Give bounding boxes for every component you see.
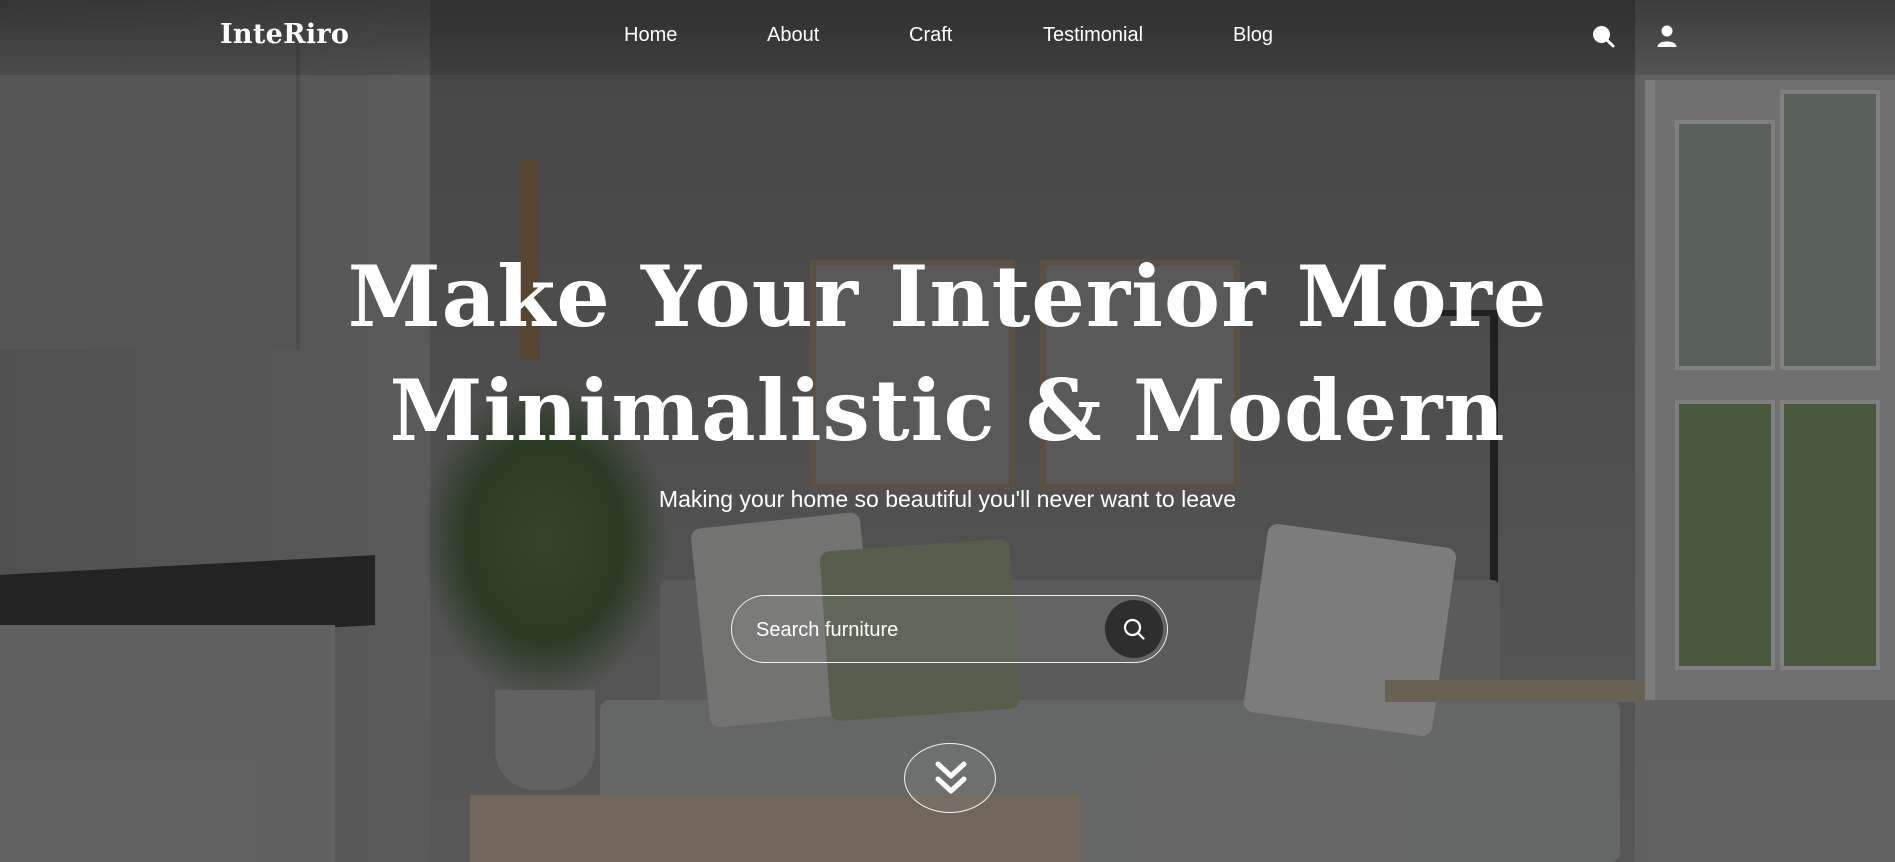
nav-item-about[interactable]: About	[767, 24, 819, 47]
double-chevron-down-icon	[935, 761, 967, 794]
nav-item-blog[interactable]: Blog	[1233, 24, 1273, 47]
nav-item-home[interactable]: Home	[624, 24, 677, 47]
nav-item-testimonial[interactable]: Testimonial	[1043, 24, 1143, 47]
hero-headline: Make Your Interior More Minimalistic & M…	[0, 240, 1895, 468]
hero-headline-line-1: Make Your Interior More	[347, 247, 1548, 346]
hero-subheadline: Making your home so beautiful you'll nev…	[658, 486, 1237, 512]
search-submit-button[interactable]	[1105, 600, 1163, 658]
user-icon[interactable]	[1655, 24, 1679, 48]
nav-item-craft[interactable]: Craft	[909, 24, 952, 47]
search-input[interactable]	[756, 614, 1076, 646]
scroll-down-button[interactable]	[904, 743, 996, 813]
search-icon	[1123, 618, 1145, 640]
hero-headline-line-2: Minimalistic & Modern	[389, 361, 1506, 460]
furniture-search-box	[731, 595, 1168, 663]
search-icon[interactable]	[1591, 24, 1615, 48]
hero-section: InteRiro Home About Craft Testimonial Bl…	[0, 0, 1895, 862]
